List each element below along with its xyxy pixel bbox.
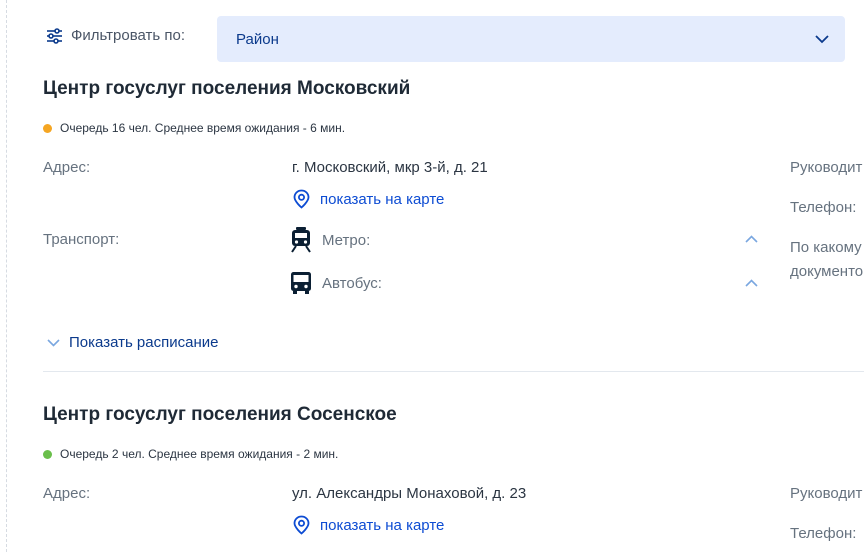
page: Фильтровать по: Район Центр госуслуг пос…	[0, 0, 864, 552]
metro-train-icon	[291, 227, 311, 253]
bus-icon	[291, 272, 311, 294]
show-on-map-link[interactable]: показать на карте	[292, 189, 444, 209]
metro-label: Метро:	[322, 231, 371, 249]
documents-label-line-2: документо	[790, 263, 864, 280]
head-label: Руководит	[790, 159, 863, 176]
address-label: Адрес:	[43, 485, 91, 502]
left-border	[6, 0, 7, 552]
phone-label: Телефон:	[790, 199, 857, 216]
center-title: Центр госуслуг поселения Сосенское	[43, 404, 397, 425]
filter-label-text: Фильтровать по:	[71, 27, 186, 44]
divider	[43, 371, 864, 372]
queue-status-dot	[43, 123, 52, 133]
chevron-down-icon	[815, 34, 829, 43]
queue-status-text: Очередь 2 чел. Среднее время ожидания - …	[60, 447, 339, 461]
show-schedule-link[interactable]: Показать расписание	[47, 334, 218, 351]
district-select-value: Район	[236, 30, 279, 48]
address-label: Адрес:	[43, 159, 91, 176]
metro-row: Метро:	[290, 227, 370, 253]
sliders-icon	[47, 27, 62, 44]
transport-label: Транспорт:	[43, 231, 120, 248]
show-on-map-link[interactable]: показать на карте	[292, 515, 444, 535]
center-title: Центр госуслуг поселения Московский	[43, 78, 411, 99]
queue-status-text: Очередь 16 чел. Среднее время ожидания -…	[60, 121, 346, 135]
district-select[interactable]: Район	[217, 16, 845, 62]
chevron-down-icon	[47, 338, 60, 347]
documents-label-line-1: По какому	[790, 239, 862, 256]
queue-status-dot	[43, 449, 52, 459]
metro-collapse-chevron-up-icon[interactable]	[745, 235, 758, 243]
address-value: г. Московский, мкр 3-й, д. 21	[292, 159, 488, 176]
show-on-map-text: показать на карте	[320, 190, 445, 208]
address-value: ул. Александры Монаховой, д. 23	[292, 485, 527, 502]
show-on-map-text: показать на карте	[320, 516, 445, 534]
queue-status: Очередь 16 чел. Среднее время ожидания -…	[43, 121, 345, 135]
map-pin-icon	[293, 515, 310, 535]
queue-status: Очередь 2 чел. Среднее время ожидания - …	[43, 447, 338, 461]
bus-collapse-chevron-up-icon[interactable]	[745, 279, 758, 287]
bus-label: Автобус:	[322, 274, 382, 292]
head-label: Руководит	[790, 485, 863, 502]
bus-row: Автобус:	[290, 271, 382, 295]
phone-label: Телефон:	[790, 525, 857, 542]
filter-label: Фильтровать по:	[46, 27, 185, 44]
show-schedule-text: Показать расписание	[69, 334, 219, 351]
map-pin-icon	[293, 189, 310, 209]
